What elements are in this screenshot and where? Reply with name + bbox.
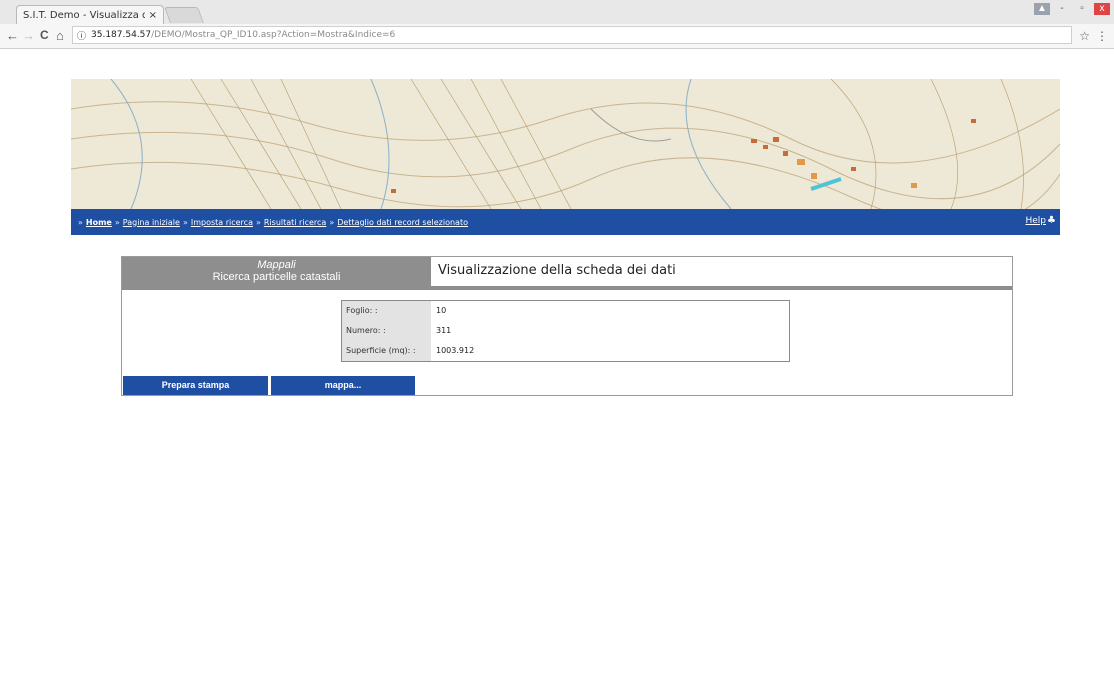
minimize-icon[interactable]: -: [1054, 3, 1070, 15]
breadcrumb-dettaglio[interactable]: Dettaglio dati record selezionato: [337, 218, 468, 227]
site-info-icon[interactable]: ⓘ: [77, 29, 86, 42]
breadcrumb-separator: »: [255, 217, 261, 227]
browser-tab-strip: S.I.T. Demo - Visualizza d × ▲ - ▫ x: [0, 0, 1114, 24]
topographic-map-banner: [71, 79, 1060, 209]
breadcrumb: » Home » Pagina iniziale » Imposta ricer…: [71, 209, 1060, 235]
window-controls: ▲ - ▫ x: [1034, 3, 1110, 15]
profile-icon[interactable]: ▲: [1034, 3, 1050, 15]
field-label: Foglio: :: [342, 301, 431, 321]
home-icon[interactable]: ⌂: [56, 28, 64, 43]
panel-title: Ricerca particelle catastali: [212, 271, 341, 283]
record-panel: Mappali Ricerca particelle catastali Vis…: [121, 256, 1013, 396]
breadcrumb-separator: »: [78, 217, 83, 227]
field-value: 1003.912: [436, 346, 475, 355]
breadcrumb-separator: »: [114, 217, 120, 227]
help-link[interactable]: Help: [1025, 216, 1046, 226]
panel-header: Mappali Ricerca particelle catastali Vis…: [122, 257, 1012, 286]
record-table: Foglio: : 10 Numero: : 311 Superficie (m…: [341, 300, 790, 362]
browser-tab[interactable]: S.I.T. Demo - Visualizza d ×: [16, 5, 164, 24]
table-row: Superficie (mq): : 1003.912: [342, 341, 789, 361]
breadcrumb-imposta-ricerca[interactable]: Imposta ricerca: [191, 218, 253, 227]
maximize-icon[interactable]: ▫: [1074, 3, 1090, 15]
breadcrumb-pagina-iniziale[interactable]: Pagina iniziale: [123, 218, 180, 227]
search-context-box: Mappali Ricerca particelle catastali: [122, 257, 431, 286]
header-divider: [122, 286, 1012, 290]
new-tab-button[interactable]: [164, 7, 204, 23]
url-host: 35.187.54.57: [91, 30, 152, 40]
page-title: Visualizzazione della scheda dei dati: [438, 263, 676, 278]
browser-menu-icon[interactable]: ⋮: [1096, 29, 1108, 43]
breadcrumb-separator: »: [182, 217, 188, 227]
breadcrumb-risultati-ricerca[interactable]: Risultati ricerca: [264, 218, 326, 227]
close-window-icon[interactable]: x: [1094, 3, 1110, 15]
address-toolbar: ← → C ⌂ ⓘ 35.187.54.57/DEMO/Mostra_QP_ID…: [0, 24, 1114, 49]
breadcrumb-separator: »: [329, 217, 335, 227]
print-button[interactable]: Prepara stampa: [123, 376, 268, 395]
tab-close-icon[interactable]: ×: [149, 10, 157, 21]
url-path: /DEMO/Mostra_QP_ID10.asp?Action=Mostra&I…: [151, 30, 396, 40]
table-row: Numero: : 311: [342, 321, 789, 341]
field-value: 311: [436, 326, 452, 335]
back-icon[interactable]: ←: [6, 28, 19, 43]
forward-icon[interactable]: →: [22, 28, 35, 43]
field-label: Superficie (mq): :: [342, 341, 431, 361]
help-icon[interactable]: ♣: [1047, 215, 1056, 226]
map-button[interactable]: mappa...: [271, 376, 415, 395]
url-input[interactable]: ⓘ 35.187.54.57/DEMO/Mostra_QP_ID10.asp?A…: [72, 26, 1072, 44]
table-row: Foglio: : 10: [342, 301, 789, 321]
panel-subtitle: Mappali: [257, 259, 296, 271]
tab-title: S.I.T. Demo - Visualizza d: [23, 9, 145, 21]
reload-icon[interactable]: C: [40, 28, 49, 42]
bookmark-star-icon[interactable]: ☆: [1079, 29, 1090, 43]
breadcrumb-home-link[interactable]: Home: [86, 218, 112, 227]
field-value: 10: [436, 306, 447, 315]
field-label: Numero: :: [342, 321, 431, 341]
